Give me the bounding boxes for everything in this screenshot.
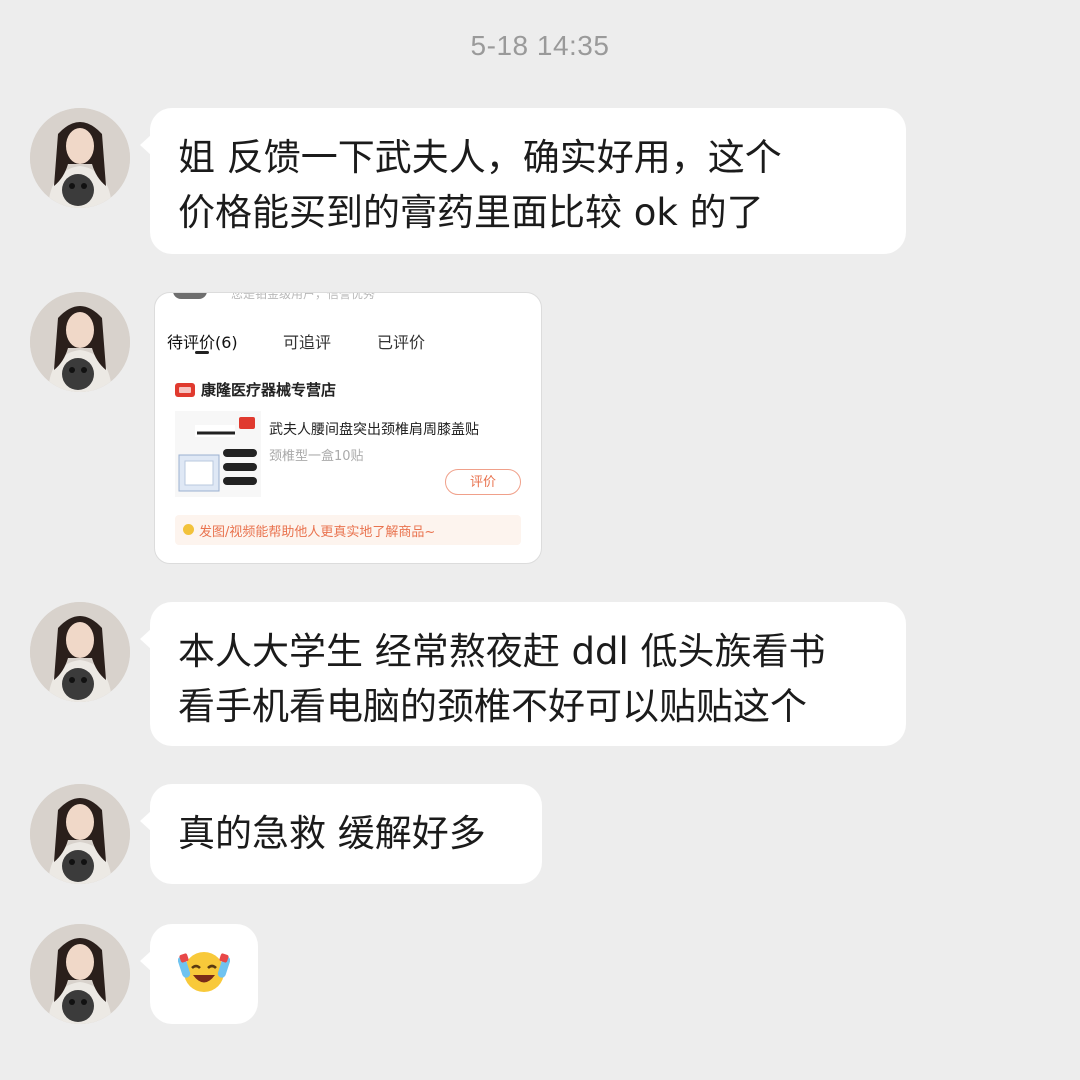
chat-timestamp: 5-18 14:35 <box>470 30 610 61</box>
message-bubble[interactable]: 真的急救 缓解好多 <box>140 784 542 884</box>
avatar[interactable] <box>30 108 130 208</box>
message-bubble[interactable]: 姐 反馈一下武夫人，确实好用，这个 价格能买到的膏药里面比较 ok 的了 <box>140 108 906 254</box>
avatar[interactable] <box>30 784 130 884</box>
message-line: 真的急救 缓解好多 <box>178 812 486 855</box>
message-line: 价格能买到的膏药里面比较 ok 的了 <box>178 191 764 234</box>
tip-bar: 发图/视频能帮助他人更真实地了解商品~ <box>175 515 521 545</box>
shop-logo-icon <box>175 383 195 397</box>
avatar[interactable] <box>30 924 130 1024</box>
shop-name[interactable]: 康隆医疗器械专营店 <box>201 379 336 400</box>
review-tabs: 待评价(6) 可追评 已评价 <box>167 329 529 359</box>
product-image <box>175 411 261 497</box>
message-line: 本人大学生 经常熬夜赶 ddl 低头族看书 <box>178 630 826 673</box>
message-line: 看手机看电脑的颈椎不好可以贴贴这个 <box>178 685 807 728</box>
message-line: 姐 反馈一下武夫人，确实好用，这个 <box>178 136 782 179</box>
product-spec: 颈椎型一盒10贴 <box>269 449 364 464</box>
active-tab-indicator <box>195 351 209 354</box>
tab-pending-review[interactable]: 待评价(6) <box>167 329 238 353</box>
avatar[interactable] <box>30 292 130 392</box>
tab-follow-up-review[interactable]: 可追评 <box>283 329 331 353</box>
product-title[interactable]: 武夫人腰间盘突出颈椎肩周膝盖贴 <box>269 419 479 439</box>
clipped-avatar <box>173 293 207 299</box>
tab-reviewed[interactable]: 已评价 <box>377 329 425 353</box>
tip-text: 发图/视频能帮助他人更真实地了解商品~ <box>199 525 436 540</box>
avatar[interactable] <box>30 602 130 702</box>
lightbulb-icon <box>183 524 194 535</box>
message-bubble[interactable]: 本人大学生 经常熬夜赶 ddl 低头族看书 看手机看电脑的颈椎不好可以贴贴这个 <box>140 602 906 746</box>
review-button[interactable]: 评价 <box>445 469 521 495</box>
clipped-header-text: 您是铂金级用户，信誉优秀 <box>231 292 376 301</box>
laughing-tears-emoji-icon <box>177 952 231 992</box>
image-message-screenshot[interactable]: 您是铂金级用户，信誉优秀 待评价(6) 可追评 已评价 康隆医疗器械专营店 武夫… <box>154 292 542 564</box>
message-bubble[interactable] <box>140 924 258 1024</box>
